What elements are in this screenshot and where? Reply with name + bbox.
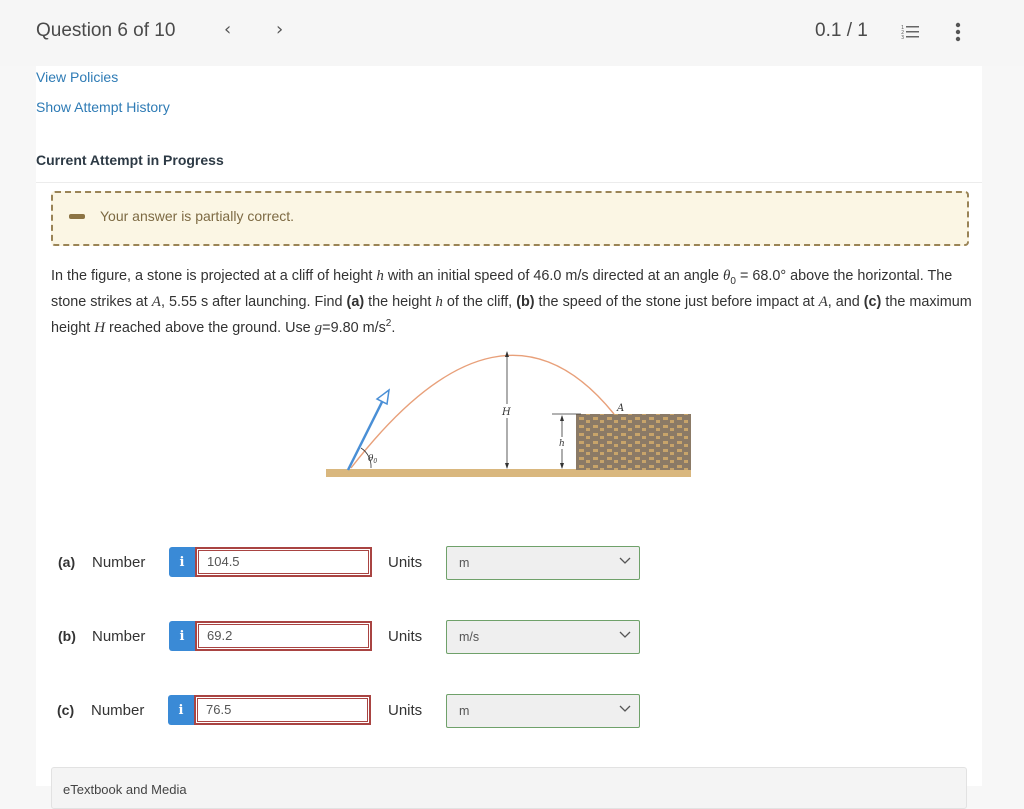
answer-a-input[interactable]: 104.5: [195, 547, 372, 577]
divider: [36, 182, 982, 183]
h-label: h: [559, 439, 565, 449]
question-title: Question 6 of 10: [36, 20, 176, 41]
chevron-down-icon: [619, 631, 631, 638]
units-b-select[interactable]: m/s: [446, 620, 640, 654]
svg-text:3: 3: [901, 35, 904, 40]
etextbook-media-panel[interactable]: eTextbook and Media: [51, 767, 967, 809]
velocity-arrowhead: [375, 388, 390, 406]
ground: [326, 469, 691, 477]
part-label: (c): [57, 702, 75, 718]
units-label: Units: [388, 554, 423, 571]
answer-c-input[interactable]: 76.5: [194, 695, 371, 725]
projectile-figure: θ0 H h A: [326, 351, 691, 477]
answer-row-a: (a) Number i 104.5 Units m: [36, 546, 982, 580]
question-list-icon[interactable]: 1 2 3: [901, 24, 919, 40]
selected-unit: m/s: [459, 630, 480, 644]
chevron-down-icon: [619, 705, 631, 712]
number-label: Number: [92, 628, 146, 645]
part-label: (a): [58, 554, 76, 570]
problem-statement: In the figure, a stone is projected at a…: [51, 268, 972, 336]
right-gutter: [982, 66, 1024, 786]
cliff: [576, 414, 691, 470]
question-content: View Policies Show Attempt History Curre…: [36, 66, 982, 809]
trajectory-path: [350, 354, 615, 469]
number-label: Number: [91, 702, 145, 719]
score-display: 0.1 / 1: [815, 20, 868, 41]
more-options-icon[interactable]: [955, 22, 961, 42]
selected-unit: m: [459, 556, 470, 570]
H-label: H: [501, 407, 511, 418]
answer-row-c: (c) Number i 76.5 Units m: [36, 694, 982, 728]
number-label: Number: [92, 554, 146, 571]
theta-label: θ0: [368, 454, 377, 465]
units-label: Units: [388, 628, 423, 645]
answer-b-input[interactable]: 69.2: [195, 621, 372, 651]
view-policies-link[interactable]: View Policies: [36, 69, 118, 85]
partial-correct-icon: [69, 214, 85, 219]
attempt-heading: Current Attempt in Progress: [36, 152, 224, 168]
units-label: Units: [388, 702, 423, 719]
chevron-down-icon: [619, 557, 631, 564]
etextbook-media-label: eTextbook and Media: [63, 782, 187, 797]
info-icon[interactable]: i: [169, 547, 195, 577]
feedback-message: Your answer is partially correct.: [100, 208, 295, 224]
info-icon[interactable]: i: [169, 621, 195, 651]
A-label: A: [616, 403, 624, 414]
selected-unit: m: [459, 704, 470, 718]
previous-question-button[interactable]: ‹: [224, 19, 231, 40]
feedback-banner: Your answer is partially correct.: [51, 191, 969, 246]
question-header: Question 6 of 10 ‹ › 0.1 / 1 1 2 3: [0, 0, 1024, 66]
units-a-select[interactable]: m: [446, 546, 640, 580]
show-attempt-history-link[interactable]: Show Attempt History: [36, 99, 170, 115]
units-c-select[interactable]: m: [446, 694, 640, 728]
part-label: (b): [58, 628, 76, 644]
next-question-button[interactable]: ›: [276, 19, 283, 40]
answer-row-b: (b) Number i 69.2 Units m/s: [36, 620, 982, 654]
info-icon[interactable]: i: [168, 695, 194, 725]
